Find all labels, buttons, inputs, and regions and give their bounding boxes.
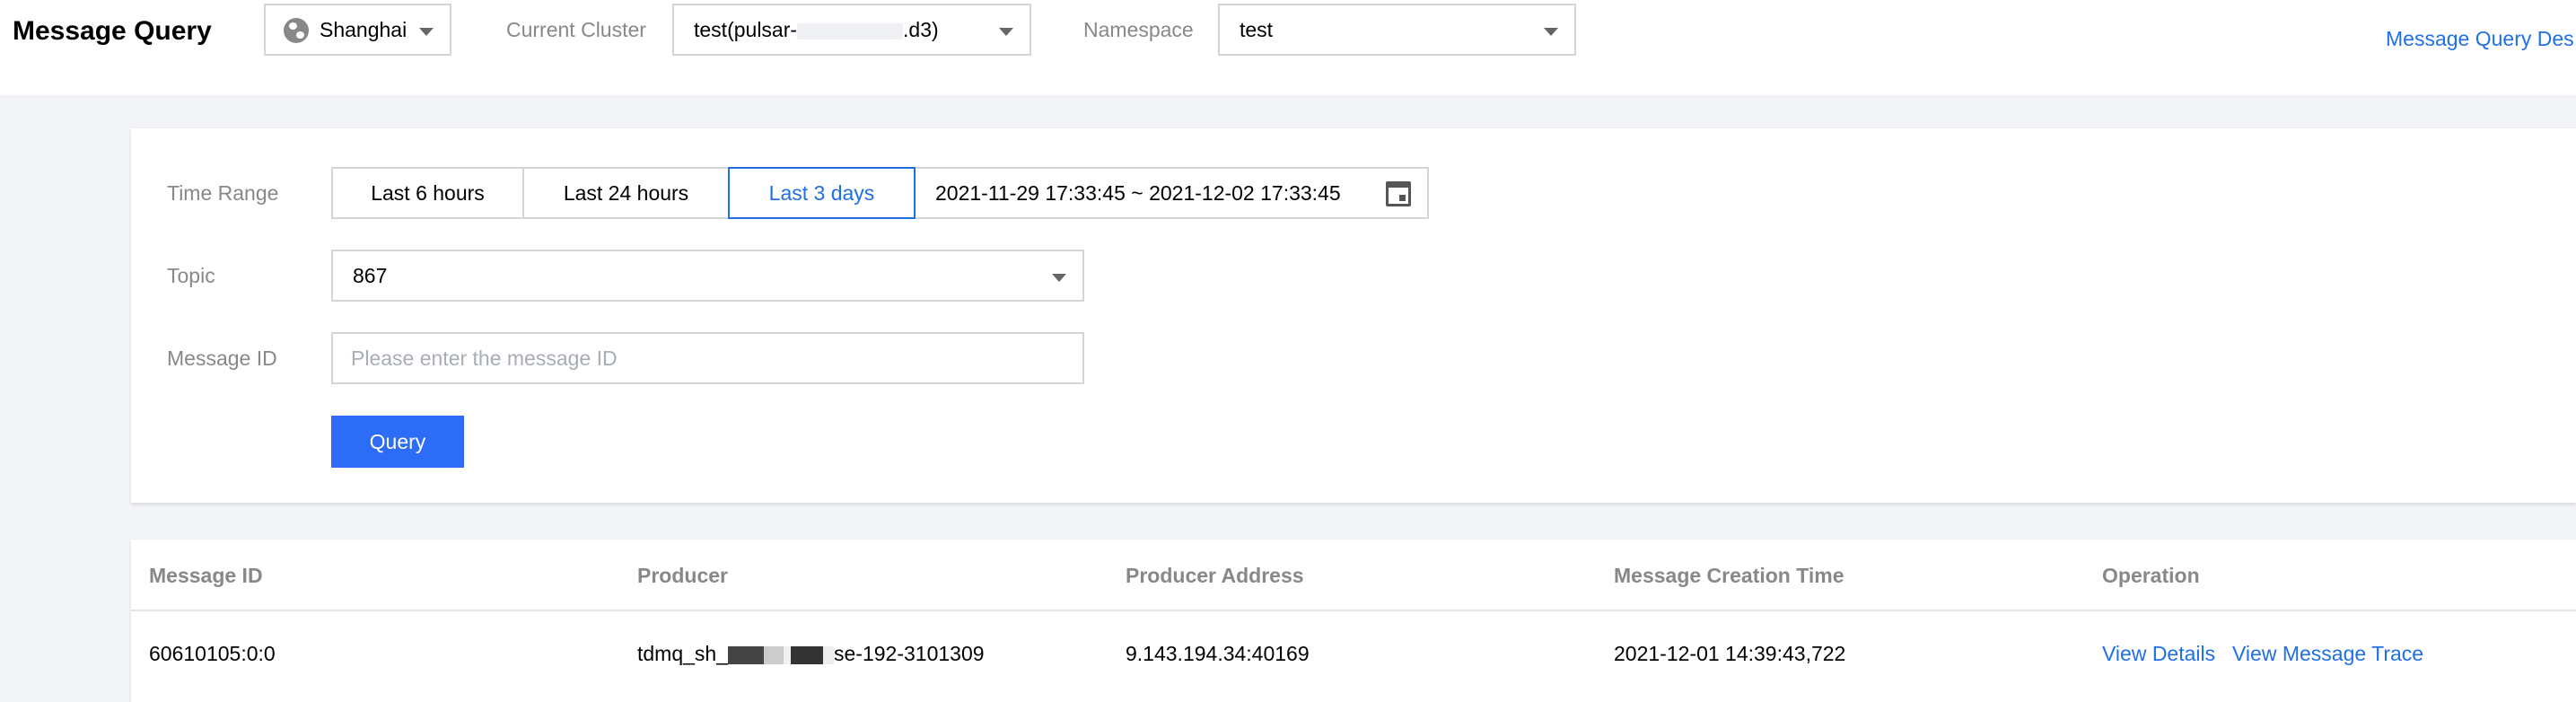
column-header-producer-address: Producer Address xyxy=(1126,564,1304,587)
cluster-select[interactable]: test(pulsar- .d3) xyxy=(672,4,1031,56)
message-id-input[interactable] xyxy=(331,332,1084,384)
redacted-text xyxy=(784,645,792,664)
namespace-label: Namespace xyxy=(1083,18,1194,41)
query-filter-panel: Time Range Last 6 hours Last 24 hours La… xyxy=(131,128,2576,503)
redacted-text xyxy=(797,22,904,39)
chevron-down-icon xyxy=(419,28,434,36)
column-header-operation: Operation xyxy=(2102,564,2200,587)
page-title: Message Query xyxy=(13,16,212,46)
namespace-select[interactable]: test xyxy=(1218,4,1576,56)
table-header: Message ID Producer Producer Address Mes… xyxy=(131,540,2576,611)
cell-creation-time: 2021-12-01 14:39:43,722 xyxy=(1614,642,1846,665)
cluster-value-suffix: .d3) xyxy=(903,18,939,41)
column-header-creation-time: Message Creation Time xyxy=(1614,564,1844,587)
chevron-down-icon xyxy=(999,28,1013,36)
table-row: 60610105:0:0 tdmq_sh_ se-192-3101309 9.14… xyxy=(131,613,2576,702)
chevron-down-icon xyxy=(1052,274,1066,282)
time-range-last-6-hours[interactable]: Last 6 hours xyxy=(331,167,524,219)
cluster-value-prefix: test(pulsar- xyxy=(694,18,798,41)
calendar-icon[interactable] xyxy=(1386,181,1411,206)
cluster-label: Current Cluster xyxy=(506,18,646,41)
view-details-link[interactable]: View Details xyxy=(2102,640,2215,667)
cell-producer-address: 9.143.194.34:40169 xyxy=(1126,642,1310,665)
namespace-value: test xyxy=(1240,18,1274,41)
redacted-text xyxy=(728,645,765,664)
time-range-label: Time Range xyxy=(167,181,279,205)
topic-value: 867 xyxy=(353,264,388,287)
time-range-last-24-hours[interactable]: Last 24 hours xyxy=(522,167,730,219)
message-id-label: Message ID xyxy=(167,347,277,370)
message-table: Message ID Producer Producer Address Mes… xyxy=(131,540,2576,702)
message-query-doc-link[interactable]: Message Query Des xyxy=(2386,25,2574,52)
producer-suffix: se-192-3101309 xyxy=(834,642,985,665)
column-header-producer: Producer xyxy=(637,564,728,587)
chevron-down-icon xyxy=(1544,28,1558,36)
region-value: Shanghai xyxy=(320,18,407,41)
redacted-text xyxy=(764,645,784,664)
date-range-picker[interactable]: 2021-11-29 17:33:45 ~ 2021-12-02 17:33:4… xyxy=(914,167,1429,219)
column-header-message-id: Message ID xyxy=(149,564,263,587)
top-bar: Message Query Shanghai Current Cluster t… xyxy=(0,0,2576,95)
topic-select[interactable]: 867 xyxy=(331,250,1084,302)
producer-prefix: tdmq_sh_ xyxy=(637,642,729,665)
region-select[interactable]: Shanghai xyxy=(264,4,451,56)
date-range-value: 2021-11-29 17:33:45 ~ 2021-12-02 17:33:4… xyxy=(935,181,1341,205)
topic-label: Topic xyxy=(167,264,215,287)
time-range-last-3-days[interactable]: Last 3 days xyxy=(728,167,916,219)
redacted-text xyxy=(823,645,835,664)
redacted-text xyxy=(791,645,824,664)
view-message-trace-link[interactable]: View Message Trace xyxy=(2232,640,2423,667)
cell-message-id: 60610105:0:0 xyxy=(149,642,276,665)
cell-producer: tdmq_sh_ se-192-3101309 xyxy=(637,640,985,667)
query-button[interactable]: Query xyxy=(331,416,464,468)
globe-icon xyxy=(284,18,309,43)
